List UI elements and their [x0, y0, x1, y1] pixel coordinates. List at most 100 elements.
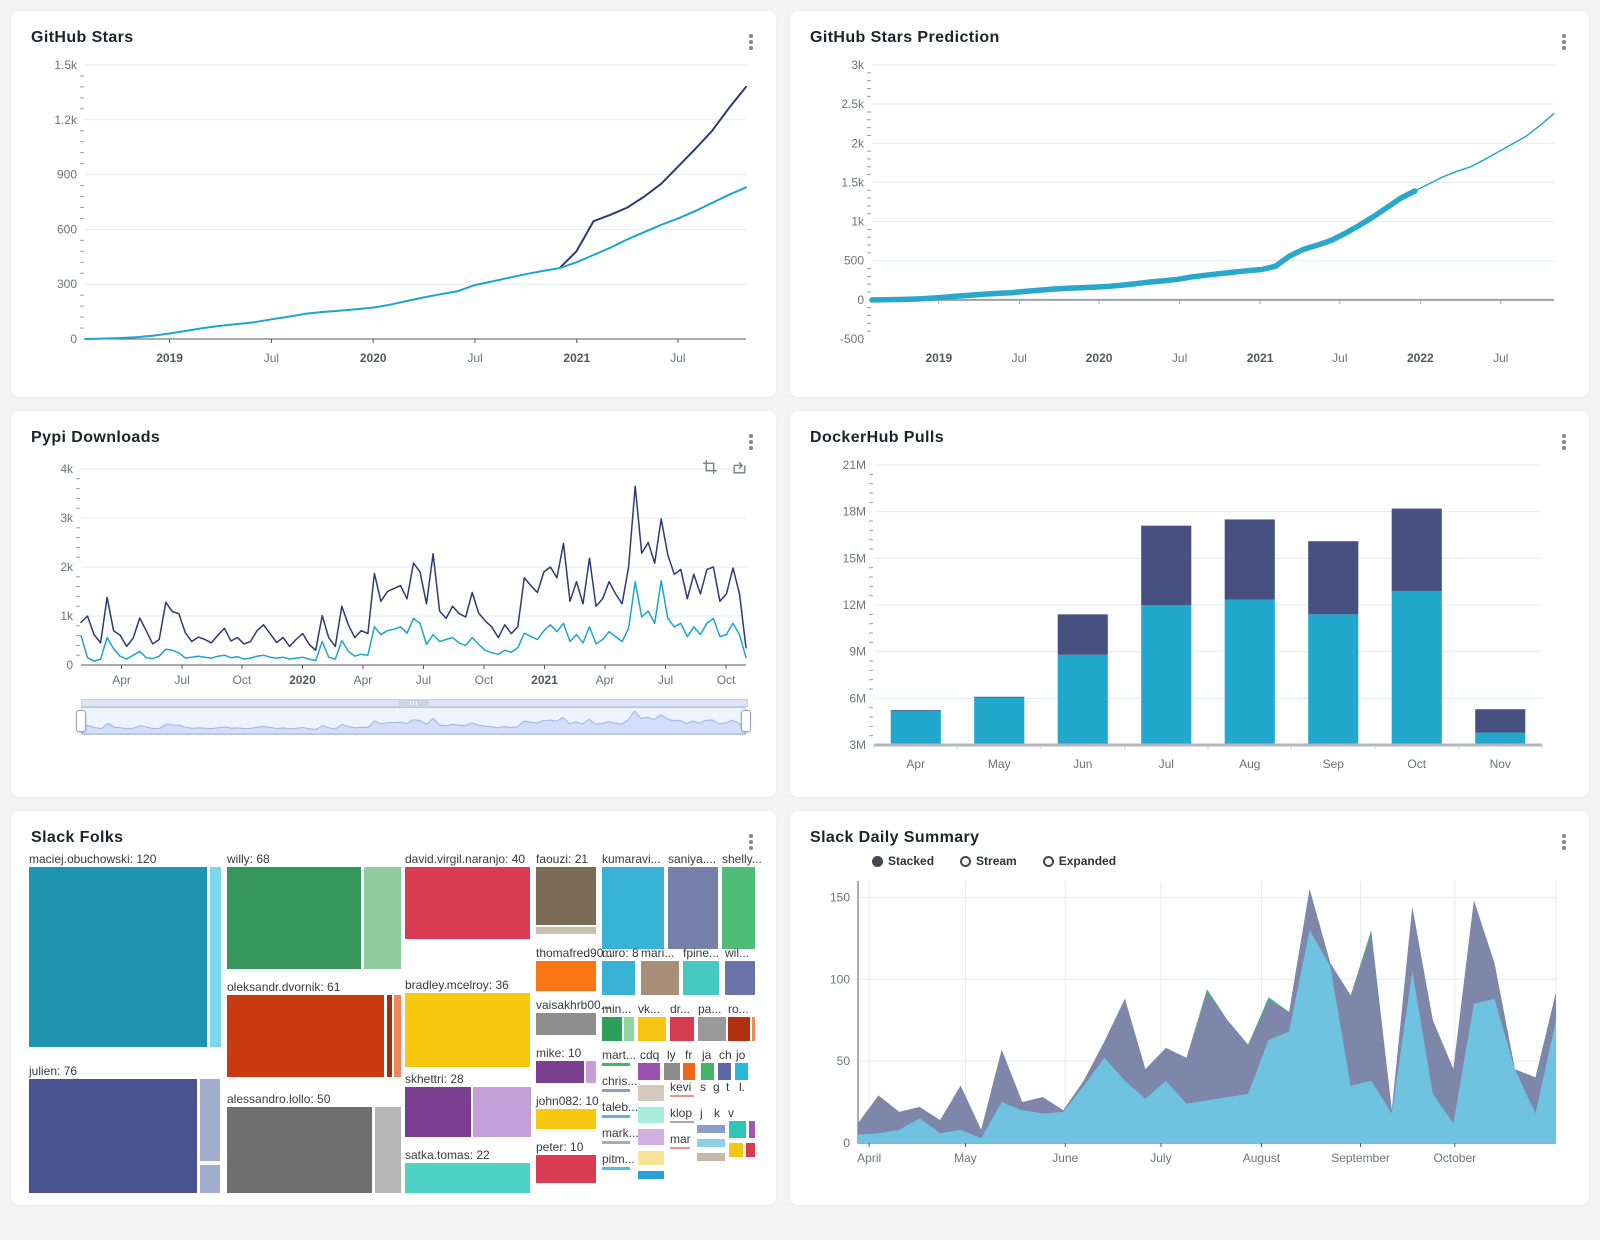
treemap-cell[interactable] — [722, 867, 755, 949]
treemap-cell[interactable] — [227, 1107, 372, 1193]
svg-text:Jul: Jul — [1159, 757, 1174, 771]
svg-text:Oct: Oct — [717, 673, 736, 687]
treemap-cell[interactable] — [728, 1017, 750, 1041]
datazoom-handle-right[interactable] — [741, 710, 751, 732]
treemap-cell[interactable] — [624, 1017, 634, 1041]
treemap-cell[interactable] — [735, 1063, 748, 1080]
kebab-menu-icon[interactable] — [1555, 31, 1573, 53]
treemap-cell[interactable] — [729, 1121, 746, 1138]
svg-text:July: July — [1150, 1151, 1171, 1165]
restore-icon[interactable] — [731, 459, 748, 476]
legend-item-expanded[interactable]: Expanded — [1043, 854, 1116, 868]
treemap-cell[interactable] — [29, 1079, 197, 1193]
treemap-cell[interactable] — [638, 1063, 660, 1080]
treemap-cell[interactable] — [602, 961, 635, 995]
kebab-menu-icon[interactable] — [742, 31, 760, 53]
treemap-cell[interactable] — [683, 1063, 695, 1080]
treemap-cell[interactable] — [536, 1013, 596, 1035]
kebab-menu-icon[interactable] — [1555, 431, 1573, 453]
treemap-cell[interactable] — [698, 1017, 726, 1041]
legend-item-stream[interactable]: Stream — [960, 854, 1017, 868]
treemap-cell[interactable] — [602, 1089, 630, 1092]
datazoom-handle-left[interactable] — [76, 710, 86, 732]
treemap-cell[interactable] — [638, 1151, 664, 1165]
treemap-cell[interactable] — [29, 867, 207, 1047]
treemap-cell[interactable] — [227, 867, 361, 969]
treemap-cell[interactable] — [664, 1063, 680, 1080]
treemap-cell[interactable] — [200, 1165, 220, 1193]
treemap-cell[interactable] — [387, 995, 392, 1077]
svg-text:150: 150 — [830, 890, 850, 904]
treemap-cell[interactable] — [638, 1171, 664, 1179]
svg-text:Jul: Jul — [174, 673, 189, 687]
svg-text:September: September — [1331, 1151, 1390, 1165]
treemap-cell[interactable] — [641, 961, 679, 995]
datazoom-slider[interactable] — [81, 707, 746, 735]
treemap-cell[interactable] — [746, 1143, 755, 1157]
treemap-cell-label: ro... — [728, 1003, 749, 1016]
treemap-cell[interactable] — [536, 927, 596, 934]
treemap-cell[interactable] — [670, 1095, 694, 1097]
treemap-cell[interactable] — [602, 1167, 630, 1170]
treemap-cell[interactable] — [729, 1143, 743, 1157]
legend-item-stacked[interactable]: Stacked — [872, 854, 934, 868]
treemap-cell[interactable] — [536, 1109, 596, 1129]
treemap-cell[interactable] — [405, 993, 530, 1067]
treemap-cell[interactable] — [536, 961, 596, 991]
treemap-cell[interactable] — [749, 1121, 755, 1138]
treemap-cell[interactable] — [697, 1125, 725, 1133]
treemap-cell[interactable] — [670, 1147, 690, 1149]
treemap-cell[interactable] — [638, 1107, 664, 1123]
panel-title: GitHub Stars Prediction — [810, 29, 1571, 47]
treemap-cell[interactable] — [394, 995, 401, 1077]
treemap-cell[interactable] — [670, 1121, 694, 1123]
treemap-cell[interactable] — [405, 1087, 471, 1137]
treemap-cell-label: john082: 10 — [536, 1095, 599, 1108]
treemap-cell-label: l. — [739, 1081, 745, 1094]
svg-text:0: 0 — [843, 1136, 850, 1150]
treemap-cell[interactable] — [602, 1115, 630, 1118]
treemap-cell[interactable] — [364, 867, 401, 969]
treemap-cell[interactable] — [602, 867, 664, 949]
treemap-cell[interactable] — [375, 1107, 401, 1193]
panel-dockerhub-pulls: DockerHub Pulls 3M6M9M12M15M18M21MAprMay… — [790, 411, 1589, 797]
treemap-cell[interactable] — [536, 867, 596, 925]
treemap-cell[interactable] — [670, 1017, 694, 1041]
treemap-cell[interactable] — [200, 1079, 220, 1161]
treemap-cell[interactable] — [752, 1017, 755, 1041]
kebab-menu-icon[interactable] — [742, 431, 760, 453]
treemap-cell[interactable] — [701, 1063, 714, 1080]
treemap-cell[interactable] — [697, 1153, 725, 1161]
treemap-cell[interactable] — [405, 1163, 530, 1193]
treemap-cell[interactable] — [210, 867, 221, 1047]
treemap-cell[interactable] — [638, 1085, 664, 1101]
datazoom-icon[interactable] — [702, 459, 719, 476]
treemap-cell[interactable] — [473, 1087, 531, 1137]
kebab-menu-icon[interactable] — [1555, 831, 1573, 853]
treemap-cell[interactable] — [638, 1017, 666, 1041]
treemap-cell[interactable] — [683, 961, 719, 995]
svg-text:Oct: Oct — [475, 673, 494, 687]
treemap-cell-label: dr... — [670, 1003, 690, 1016]
treemap-cell[interactable] — [227, 995, 384, 1077]
treemap-cell[interactable] — [638, 1129, 664, 1145]
treemap-cell[interactable] — [668, 867, 718, 949]
kebab-menu-icon[interactable] — [742, 831, 760, 853]
svg-text:500: 500 — [844, 254, 864, 268]
svg-text:2020: 2020 — [289, 673, 316, 687]
treemap-cell[interactable] — [536, 1061, 584, 1083]
treemap-cell-label: kumaravi... — [602, 853, 661, 866]
treemap-cell[interactable] — [536, 1155, 596, 1183]
treemap-cell[interactable] — [718, 1063, 731, 1080]
treemap-cell[interactable] — [405, 867, 530, 939]
treemap-cell[interactable] — [602, 1017, 622, 1041]
treemap-cell[interactable] — [697, 1139, 725, 1147]
svg-text:Jul: Jul — [670, 351, 685, 365]
datazoom-grip[interactable] — [399, 699, 429, 707]
svg-text:1.5k: 1.5k — [841, 175, 865, 189]
treemap-cell[interactable] — [586, 1061, 596, 1083]
treemap-cell[interactable] — [602, 1141, 630, 1144]
datazoom-minimap — [82, 708, 745, 734]
treemap-cell[interactable] — [602, 1063, 630, 1066]
treemap-cell[interactable] — [725, 961, 755, 995]
